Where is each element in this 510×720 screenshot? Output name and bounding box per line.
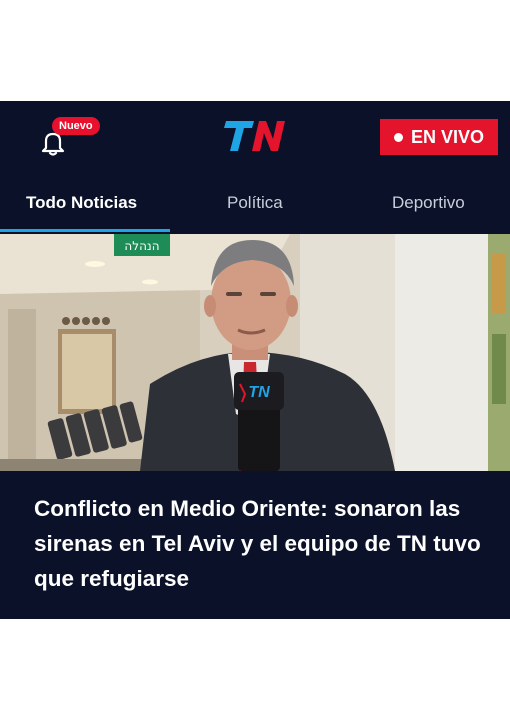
tab-deportivo[interactable]: Deportivo bbox=[392, 193, 465, 213]
section-tabs: Todo Noticias Política Deportivo bbox=[0, 187, 510, 233]
reporter-photo: הנהלה TN bbox=[0, 234, 510, 471]
tn-logo[interactable] bbox=[222, 119, 288, 153]
tab-todo-noticias[interactable]: Todo Noticias bbox=[26, 193, 137, 213]
news-card[interactable]: Nuevo EN VIVO Todo Noticias Política Dep… bbox=[0, 101, 510, 619]
mic-logo-text: TN bbox=[248, 384, 270, 401]
live-dot-icon bbox=[393, 132, 403, 142]
article-headline[interactable]: Conflicto en Medio Oriente: sonaron las … bbox=[34, 491, 484, 596]
tab-politica[interactable]: Política bbox=[227, 193, 283, 213]
article-photo[interactable]: הנהלה TN bbox=[0, 234, 510, 471]
app-header: Nuevo EN VIVO bbox=[0, 101, 510, 171]
new-badge: Nuevo bbox=[52, 117, 100, 135]
active-tab-indicator bbox=[0, 229, 170, 232]
page: Nuevo EN VIVO Todo Noticias Política Dep… bbox=[0, 0, 510, 720]
sign-text: הנהלה bbox=[124, 239, 159, 253]
live-button-label: EN VIVO bbox=[410, 126, 485, 147]
live-button[interactable]: EN VIVO bbox=[380, 119, 498, 155]
notifications-button[interactable]: Nuevo bbox=[40, 117, 110, 157]
